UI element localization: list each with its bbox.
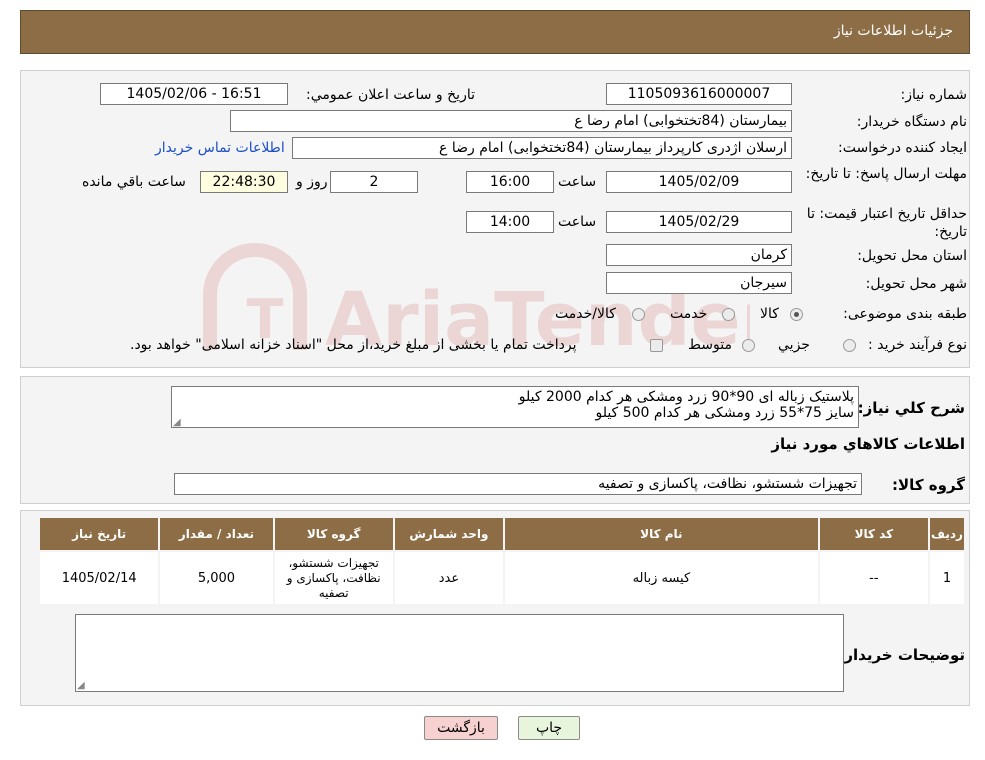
col-name: نام کالا — [505, 518, 818, 550]
buyer-org-field[interactable]: بیمارستان (84تختخوابی) امام رضا ع — [230, 110, 792, 132]
description-line-2: سایز 75*55 زرد ومشکی هر کدام 500 کیلو — [595, 405, 854, 421]
announce-label: تاریخ و ساعت اعلان عمومي: — [306, 87, 475, 103]
page-title: جزئیات اطلاعات نیاز — [833, 23, 953, 39]
days-field[interactable]: 2 — [330, 171, 418, 193]
process-treasury-note: پرداخت تمام یا بخشی از مبلغ خرید،از محل … — [130, 337, 577, 353]
deadline-time-field[interactable]: 16:00 — [466, 171, 554, 193]
category-radio-goods[interactable] — [790, 308, 803, 321]
resize-grip-icon[interactable]: ◢ — [173, 417, 181, 428]
goods-table-header: رديف کد کالا نام کالا واحد شمارش گروه کا… — [40, 518, 964, 550]
buyer-contact-link[interactable]: اطلاعات تماس خریدار — [155, 140, 285, 156]
description-label: شرح كلي نياز: — [857, 399, 965, 417]
category-option-service: خدمت — [670, 306, 708, 322]
description-line-1: پلاستیک زباله ای 90*90 زرد ومشکی هر کدام… — [518, 389, 854, 405]
back-button[interactable]: بازگشت — [424, 716, 498, 740]
deadline-date-field[interactable]: 1405/02/09 — [606, 171, 792, 193]
deadline-time-label: ساعت — [558, 174, 597, 190]
need-number-label: شماره نیاز: — [900, 87, 968, 103]
category-radio-goods-service[interactable] — [632, 308, 645, 321]
process-option-medium: متوسط — [688, 337, 732, 353]
city-label: شهر محل تحویل: — [865, 276, 967, 292]
buyer-notes-label: توضیحات خریدار: — [838, 646, 965, 664]
col-group: گروه کالا — [274, 518, 393, 550]
process-label: نوع فرآیند خرید : — [868, 337, 967, 353]
validity-label: حداقل تاریخ اعتبار قیمت: تا تاریخ: — [806, 206, 967, 240]
category-option-goods: کالا — [760, 306, 779, 322]
remaining-time-field: 22:48:30 — [200, 171, 288, 193]
province-field[interactable]: کرمان — [606, 244, 792, 266]
notes-resize-grip-icon[interactable]: ◢ — [77, 680, 85, 691]
cell-qty: 5,000 — [160, 552, 273, 604]
col-code: کد کالا — [819, 518, 928, 550]
category-option-goods-service: کالا/خدمت — [555, 306, 616, 322]
cell-code: -- — [819, 552, 928, 604]
days-label: روز و — [296, 174, 328, 190]
category-radio-service[interactable] — [722, 308, 735, 321]
page-header: جزئیات اطلاعات نیاز — [20, 10, 970, 54]
buyer-notes-textarea[interactable] — [75, 614, 844, 692]
requester-label: ایجاد کننده درخواست: — [838, 140, 967, 156]
need-number-field[interactable]: 1105093616000007 — [606, 83, 792, 105]
announce-datetime-field[interactable]: 1405/02/06 - 16:51 — [100, 83, 288, 105]
cell-row: 1 — [929, 552, 964, 604]
process-option-partial: جزيي — [778, 337, 810, 353]
process-radio-partial[interactable] — [843, 339, 856, 352]
city-field[interactable]: سیرجان — [606, 272, 792, 294]
validity-time-label: ساعت — [558, 214, 597, 230]
province-label: استان محل تحویل: — [857, 248, 967, 264]
process-checkbox-treasury[interactable] — [650, 339, 663, 352]
col-date: تاریخ نیاز — [40, 518, 159, 550]
description-textarea[interactable]: پلاستیک زباله ای 90*90 زرد ومشکی هر کدام… — [171, 386, 859, 428]
validity-date-field[interactable]: 1405/02/29 — [606, 211, 792, 233]
process-radio-medium[interactable] — [742, 339, 755, 352]
print-button[interactable]: چاپ — [518, 716, 580, 740]
cell-unit: عدد — [394, 552, 504, 604]
cell-name: کیسه زباله — [505, 552, 818, 604]
deadline-label: مهلت ارسال پاسخ: تا تاریخ: — [805, 166, 967, 182]
cell-date: 1405/02/14 — [40, 552, 159, 604]
validity-time-field[interactable]: 14:00 — [466, 211, 554, 233]
goods-section-title: اطلاعات کالاهاي مورد نياز — [771, 435, 965, 453]
col-unit: واحد شمارش — [394, 518, 504, 550]
remaining-label: ساعت باقي مانده — [82, 174, 186, 190]
col-qty: تعداد / مقدار — [160, 518, 273, 550]
requester-field[interactable]: ارسلان اژدری کارپرداز بیمارستان (84تختخو… — [292, 137, 792, 159]
buyer-org-label: نام دستگاه خریدار: — [856, 114, 967, 130]
category-label: طبقه بندی موضوعی: — [843, 306, 967, 322]
goods-table: رديف کد کالا نام کالا واحد شمارش گروه کا… — [38, 516, 966, 606]
table-row: 1 -- کیسه زباله عدد تجهیزات شستشو، نظافت… — [40, 552, 964, 604]
col-row: رديف — [929, 518, 964, 550]
cell-group: تجهیزات شستشو، نظافت، پاکسازی و تصفیه — [274, 552, 393, 604]
goods-group-label: گروه کالا: — [892, 476, 965, 494]
goods-group-field[interactable]: تجهیزات شستشو، نظافت، پاکسازی و تصفیه — [174, 473, 862, 495]
